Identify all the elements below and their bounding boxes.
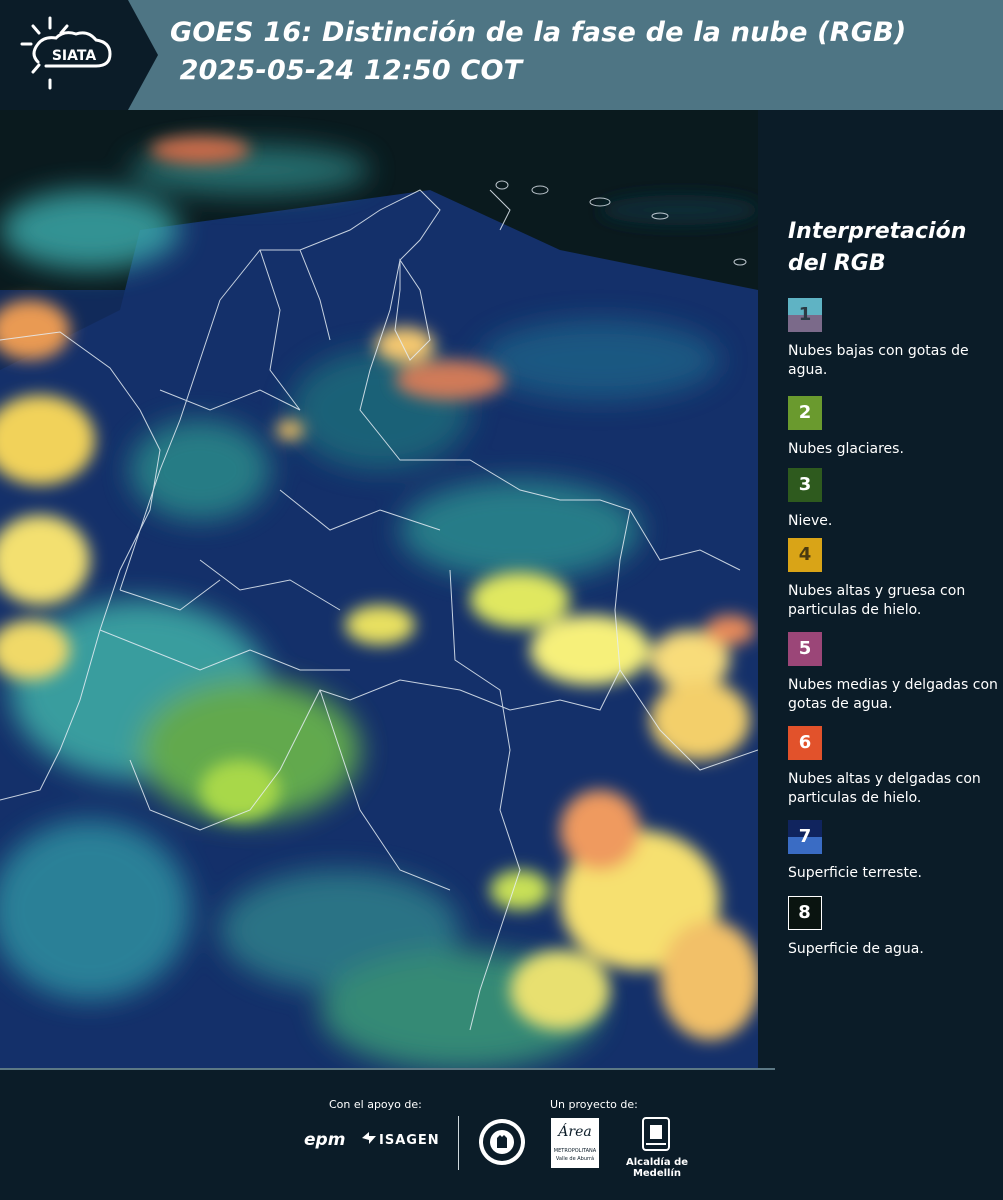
header-bar: SIATA GOES 16: Distinción de la fase de … xyxy=(0,0,1003,110)
legend-swatch-number: 2 xyxy=(798,402,812,423)
siata-logo: SIATA xyxy=(0,0,160,110)
legend-swatch-2: 2 xyxy=(788,396,822,430)
legend-label: Nubes altas y gruesa con particulas de h… xyxy=(788,583,966,618)
legend-label: Nieve. xyxy=(788,513,833,529)
isagen-logo-text: ISAGEN xyxy=(379,1133,440,1148)
legend-swatch-number: 4 xyxy=(798,544,812,565)
legend-swatch-7: 7 xyxy=(788,820,822,854)
legend-label: Nubes bajas con gotas de agua. xyxy=(788,343,969,378)
legend-item-8: 8 Superficie de agua. xyxy=(788,896,1003,959)
area-metropolitana-logo: Área METROPOLITANA Valle de Aburrá xyxy=(551,1118,599,1168)
legend-swatch-5: 5 xyxy=(788,632,822,666)
legend-panel: Interpretación del RGB 1 Nubes bajas con… xyxy=(760,110,1003,1070)
legend-item-5: 5 Nubes medias y delgadas con gotas de a… xyxy=(788,632,1003,714)
legend-swatch-number: 1 xyxy=(798,304,812,325)
alcaldia-shield-icon xyxy=(642,1117,670,1151)
title-line-1: GOES 16: Distinción de la fase de la nub… xyxy=(170,17,907,48)
legend-item-4: 4 Nubes altas y gruesa con particulas de… xyxy=(788,538,1003,620)
legend-item-6: 6 Nubes altas y delgadas con particulas … xyxy=(788,726,1003,808)
legend-label: Superficie terreste. xyxy=(788,865,923,881)
footer: Con el apoyo de: Un proyecto de: epm ISA… xyxy=(0,1068,1003,1200)
page-title: GOES 16: Distinción de la fase de la nub… xyxy=(170,14,906,90)
title-line-2: 2025-05-24 12:50 COT xyxy=(170,55,523,86)
legend-label: Nubes glaciares. xyxy=(788,441,904,457)
legend-label: Superficie de agua. xyxy=(788,941,924,957)
legend-label: Nubes altas y delgadas con particulas de… xyxy=(788,771,981,806)
legend-swatch-number: 5 xyxy=(798,638,812,659)
siata-logo-text: SIATA xyxy=(52,48,97,64)
isagen-logo: ISAGEN xyxy=(362,1132,440,1148)
seal-logo-icon xyxy=(478,1118,526,1166)
legend-swatch-8: 8 xyxy=(788,896,822,930)
isagen-mark-icon xyxy=(362,1132,376,1144)
support-label: Con el apoyo de: xyxy=(329,1098,422,1111)
legend-swatch-number: 3 xyxy=(798,474,812,495)
legend-item-7: 7 Superficie terreste. xyxy=(788,820,1003,883)
footer-vertical-divider xyxy=(458,1116,459,1170)
legend-swatch-number: 8 xyxy=(798,902,811,923)
area-logo-subtext: METROPOLITANA xyxy=(553,1148,597,1154)
project-label: Un proyecto de: xyxy=(550,1098,638,1111)
alcaldia-logo-text: Alcaldía de Medellín xyxy=(625,1157,689,1179)
legend-item-3: 3 Nieve. xyxy=(788,468,1003,531)
satellite-image xyxy=(0,110,758,1070)
area-logo-text: Área xyxy=(558,1124,592,1140)
legend-swatch-number: 7 xyxy=(798,826,812,847)
alcaldia-medellin-logo: Alcaldía de Medellín xyxy=(610,1116,704,1179)
footer-divider xyxy=(0,1068,775,1070)
epm-logo: epm xyxy=(304,1130,345,1150)
legend-item-2: 2 Nubes glaciares. xyxy=(788,396,1003,459)
legend-item-1: 1 Nubes bajas con gotas de agua. xyxy=(788,298,1003,380)
legend-swatch-4: 4 xyxy=(788,538,822,572)
legend-swatch-1: 1 xyxy=(788,298,822,332)
epm-logo-text: epm xyxy=(304,1130,346,1150)
legend-swatch-3: 3 xyxy=(788,468,822,502)
legend-label: Nubes medias y delgadas con gotas de agu… xyxy=(788,677,998,712)
area-logo-subtext-2: Valle de Aburrá xyxy=(555,1156,595,1162)
legend-title: Interpretación del RGB xyxy=(788,219,967,276)
legend-swatch-number: 6 xyxy=(798,732,812,753)
legend-swatch-6: 6 xyxy=(788,726,822,760)
